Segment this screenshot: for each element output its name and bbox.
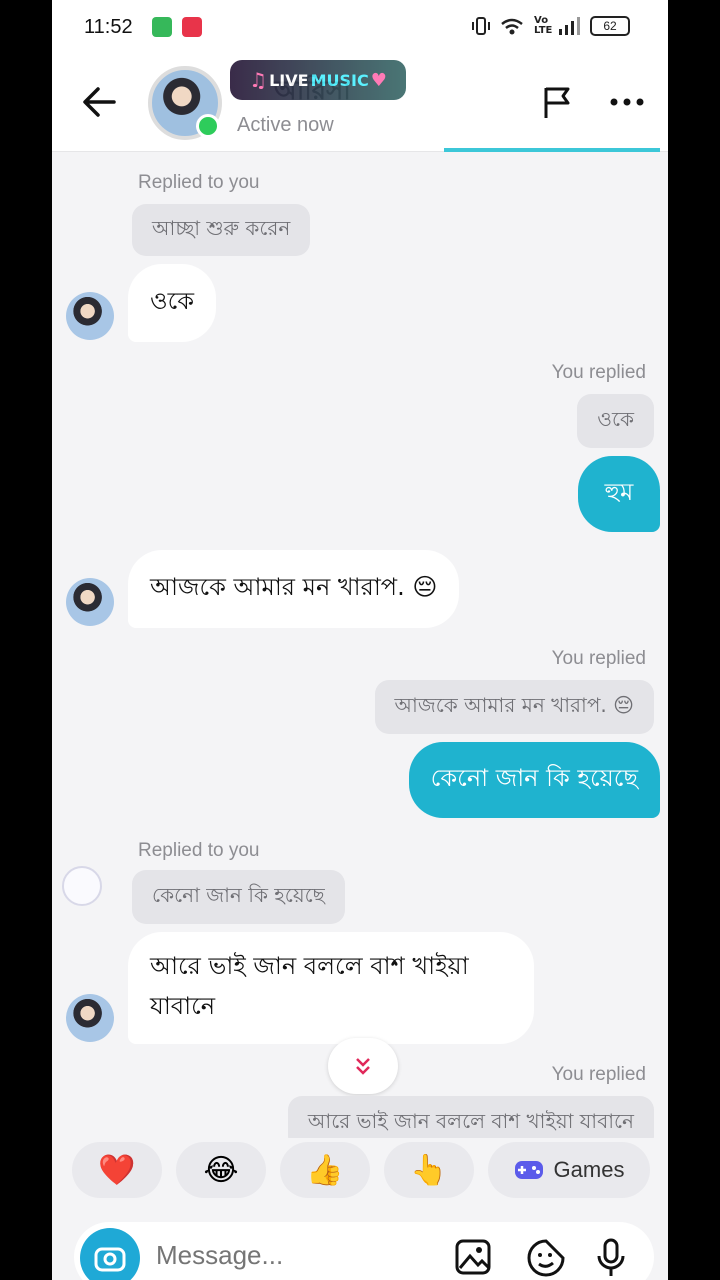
reply-label: You replied (551, 1064, 646, 1085)
laugh-emoji-icon: 😂 (203, 1152, 239, 1188)
gallery-icon (455, 1239, 491, 1275)
games-button[interactable]: Games (488, 1142, 650, 1198)
quoted-message[interactable]: আরে ভাই জান বললে বাশ খাইয়া যাবানে (287, 1096, 654, 1138)
live-music-sticker: ♫ LIVE MUSIC ♥ (230, 60, 406, 100)
quoted-message[interactable]: ওকে (577, 394, 654, 448)
app-notification-icon (152, 17, 172, 37)
heart-emoji-icon: ❤️ (98, 1152, 136, 1188)
microphone-icon (597, 1238, 625, 1276)
voice-button[interactable] (596, 1238, 626, 1280)
chevron-double-down-icon (356, 1058, 370, 1075)
thumbs-up-reaction-button[interactable]: 👍 (280, 1142, 370, 1198)
heart-reaction-button[interactable]: ❤️ (72, 1142, 162, 1198)
chat-screen: 11:52 Vo LTE 62 আরিসা Active now ♫ LIVE … (52, 0, 668, 1280)
sender-avatar[interactable] (66, 292, 114, 340)
thumbs-up-emoji-icon: 👍 (306, 1152, 344, 1188)
volte-label: Vo LTE (534, 15, 553, 36)
point-up-reaction-button[interactable]: 👆 (384, 1142, 474, 1198)
battery-indicator: 62 (590, 16, 630, 36)
outgoing-message[interactable]: কেনো জান কি হয়েছে (408, 742, 660, 818)
reply-label: Replied to you (138, 172, 260, 193)
sticker-music-text: MUSIC (310, 70, 369, 90)
heart-icon: ♥ (370, 69, 387, 91)
flag-icon (544, 87, 570, 118)
message-list[interactable]: Replied to you আচ্ছা শুরু করেন ওকে You r… (52, 152, 668, 1138)
reply-label: You replied (551, 648, 646, 669)
point-up-emoji-icon: 👆 (410, 1152, 448, 1188)
youtube-notification-icon (182, 17, 202, 37)
more-options-button[interactable] (608, 92, 648, 116)
active-status: Active now (237, 114, 334, 136)
reply-label: You replied (551, 362, 646, 383)
laugh-reaction-button[interactable]: 😂 (176, 1142, 266, 1198)
games-label: Games (553, 1157, 625, 1182)
camera-button[interactable] (80, 1228, 140, 1280)
outgoing-message[interactable]: হুম (578, 456, 660, 532)
reply-label: Replied to you (138, 840, 260, 861)
scroll-to-bottom-button[interactable] (328, 1038, 398, 1094)
online-indicator (196, 114, 220, 138)
incoming-message[interactable]: ওকে (128, 264, 217, 342)
sticker-live-text: LIVE (269, 70, 309, 90)
sticker-button[interactable] (526, 1238, 566, 1280)
wifi-icon (501, 18, 523, 35)
quoted-message[interactable]: আজকে আমার মন খারাপ. 😔 (374, 680, 654, 734)
sender-avatar[interactable] (66, 994, 114, 1042)
chat-header: আরিসা Active now ♫ LIVE MUSIC ♥ (52, 56, 668, 152)
camera-icon (94, 1247, 126, 1272)
incoming-message[interactable]: আজকে আমার মন খারাপ. 😔 (128, 550, 460, 628)
guitar-icon: ♫ (249, 68, 268, 92)
quoted-message[interactable]: আচ্ছা শুরু করেন (132, 204, 311, 256)
sticker-smiley-icon (527, 1239, 565, 1277)
vibrate-icon (472, 17, 490, 35)
message-line: যাবানে (150, 992, 216, 1020)
gallery-button[interactable] (454, 1238, 492, 1280)
message-line: আরে ভাই জান বললে বাশ খাইয়া (150, 952, 469, 980)
back-arrow-icon (83, 87, 116, 117)
status-time: 11:52 (84, 16, 133, 38)
report-button[interactable] (538, 82, 578, 126)
quick-reaction-bar: ❤️ 😂 👍 👆 Games (52, 1138, 668, 1208)
incoming-message[interactable]: আরে ভাই জান বললে বাশ খাইয়া যাবানে (128, 932, 534, 1044)
message-composer (74, 1222, 654, 1280)
status-bar: 11:52 Vo LTE 62 (52, 0, 668, 56)
back-button[interactable] (80, 82, 120, 126)
more-icon (610, 98, 644, 106)
quoted-message[interactable]: কেনো জান কি হয়েছে (132, 870, 345, 924)
message-input[interactable] (156, 1240, 356, 1271)
sender-avatar[interactable] (66, 578, 114, 626)
seen-indicator (62, 866, 102, 906)
signal-icon (559, 17, 580, 35)
gamepad-icon (514, 1161, 543, 1179)
